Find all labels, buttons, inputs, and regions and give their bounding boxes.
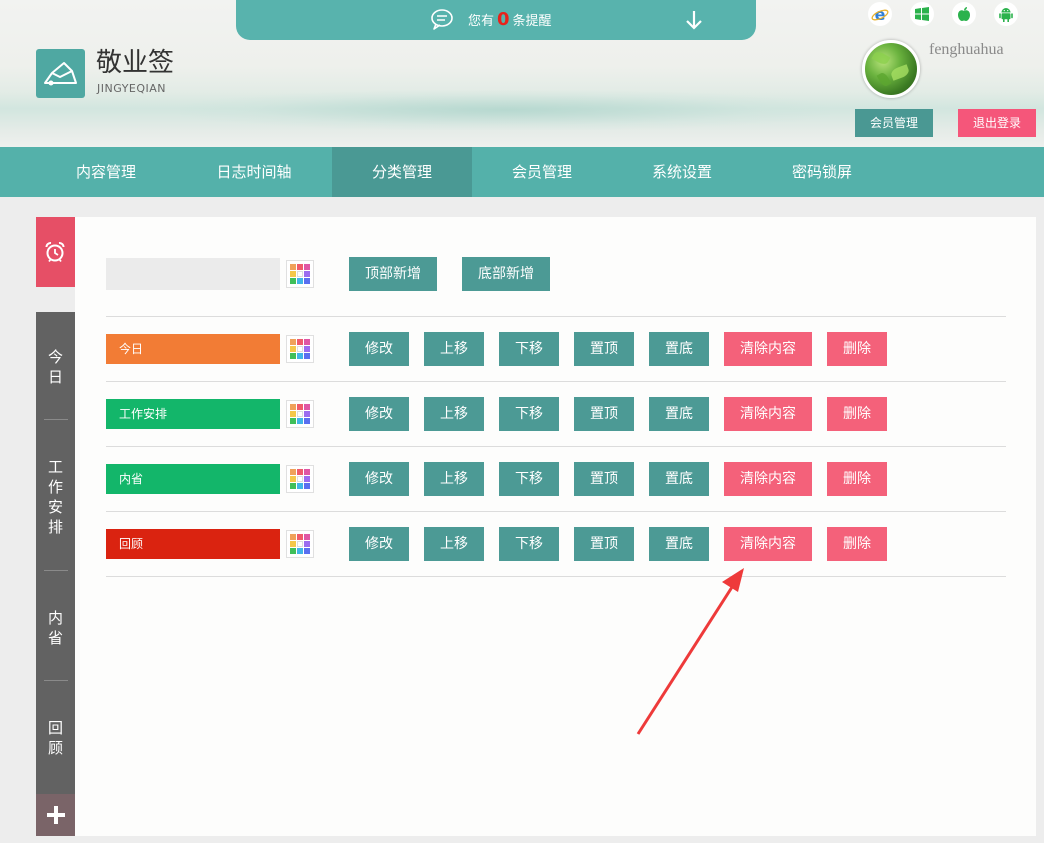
platform-icons: e (868, 2, 1018, 26)
clear-content-button[interactable]: 清除内容 (724, 332, 812, 366)
annotation-arrow-icon (636, 568, 744, 735)
sidebar-item-introspection[interactable]: 内省 (36, 608, 75, 648)
username: fenghuahua (929, 41, 1004, 58)
color-palette-icon[interactable] (286, 465, 314, 493)
sidebar-item-work[interactable]: 工作安排 (36, 457, 75, 537)
pin-top-button[interactable]: 置顶 (574, 332, 634, 366)
logout-button[interactable]: 退出登录 (958, 109, 1036, 137)
sidebar-divider (44, 680, 68, 681)
notification-prefix: 您有 (468, 14, 495, 29)
pin-bottom-button[interactable]: 置底 (649, 527, 709, 561)
delete-button[interactable]: 删除 (827, 332, 887, 366)
move-up-button[interactable]: 上移 (424, 332, 484, 366)
pin-top-button[interactable]: 置顶 (574, 462, 634, 496)
divider (106, 576, 1006, 577)
notification-bar[interactable]: 您有 0 条提醒 (236, 0, 756, 40)
tab-category-management[interactable]: 分类管理 (332, 147, 472, 197)
divider (106, 316, 1006, 317)
pin-bottom-button[interactable]: 置底 (649, 462, 709, 496)
color-palette-icon[interactable] (286, 400, 314, 428)
move-up-button[interactable]: 上移 (424, 397, 484, 431)
sidebar-item-label: 工作安排 (47, 458, 63, 536)
edit-button[interactable]: 修改 (349, 527, 409, 561)
logo-icon (44, 62, 77, 86)
divider (106, 511, 1006, 512)
pin-top-button[interactable]: 置顶 (574, 527, 634, 561)
move-down-button[interactable]: 下移 (499, 397, 559, 431)
pin-bottom-button[interactable]: 置底 (649, 332, 709, 366)
sidebar-categories: 今日 工作安排 内省 回顾 (36, 312, 75, 794)
logo[interactable] (36, 49, 85, 98)
clear-content-button[interactable]: 清除内容 (724, 397, 812, 431)
category-name-field[interactable]: 内省 (106, 464, 280, 494)
tab-log-timeline[interactable]: 日志时间轴 (184, 147, 324, 197)
divider (106, 381, 1006, 382)
sidebar-divider (44, 570, 68, 571)
pin-top-button[interactable]: 置顶 (574, 397, 634, 431)
color-palette-icon[interactable] (286, 335, 314, 363)
edit-button[interactable]: 修改 (349, 462, 409, 496)
category-name-field[interactable]: 回顾 (106, 529, 280, 559)
move-down-button[interactable]: 下移 (499, 462, 559, 496)
move-down-button[interactable]: 下移 (499, 527, 559, 561)
ie-icon[interactable]: e (868, 2, 892, 26)
avatar[interactable] (862, 40, 920, 98)
add-bottom-button[interactable]: 底部新增 (462, 257, 550, 291)
color-palette-icon[interactable] (286, 530, 314, 558)
edit-button[interactable]: 修改 (349, 332, 409, 366)
sidebar-item-label: 内省 (47, 609, 63, 647)
add-top-button[interactable]: 顶部新增 (349, 257, 437, 291)
sidebar-item-review[interactable]: 回顾 (36, 718, 75, 758)
color-palette-icon[interactable] (286, 260, 314, 288)
move-up-button[interactable]: 上移 (424, 462, 484, 496)
plus-icon (47, 806, 65, 824)
clear-content-button[interactable]: 清除内容 (724, 527, 812, 561)
tab-password-lock[interactable]: 密码锁屏 (752, 147, 892, 197)
chat-bubble-icon (431, 9, 453, 30)
reminder-button[interactable] (36, 217, 75, 287)
notification-suffix: 条提醒 (512, 14, 552, 29)
category-name-field[interactable]: 今日 (106, 334, 280, 364)
arrow-down-icon[interactable] (684, 9, 704, 31)
tab-content-management[interactable]: 内容管理 (36, 147, 176, 197)
sidebar-item-label: 回顾 (47, 719, 63, 757)
sidebar-item-label: 今日 (47, 348, 63, 386)
notification-text: 您有 0 条提醒 (468, 10, 552, 30)
brand-title: 敬业签 (96, 48, 175, 78)
category-name-field[interactable]: 工作安排 (106, 399, 280, 429)
android-icon[interactable] (994, 2, 1018, 26)
edit-button[interactable]: 修改 (349, 397, 409, 431)
new-category-input[interactable] (106, 258, 280, 290)
apple-icon[interactable] (952, 2, 976, 26)
move-down-button[interactable]: 下移 (499, 332, 559, 366)
header-background (180, 90, 830, 130)
alarm-clock-icon (45, 242, 65, 263)
brand-subtitle: JINGYEQIAN (97, 82, 167, 95)
add-category-button[interactable] (36, 794, 75, 836)
pin-bottom-button[interactable]: 置底 (649, 397, 709, 431)
sidebar-divider (44, 419, 68, 420)
tab-system-settings[interactable]: 系统设置 (612, 147, 752, 197)
tab-member-management[interactable]: 会员管理 (472, 147, 612, 197)
delete-button[interactable]: 删除 (827, 462, 887, 496)
member-management-button[interactable]: 会员管理 (855, 109, 933, 137)
main-nav: 内容管理 日志时间轴 分类管理 会员管理 系统设置 密码锁屏 (0, 147, 1044, 197)
sidebar-item-today[interactable]: 今日 (36, 347, 75, 387)
delete-button[interactable]: 删除 (827, 397, 887, 431)
notification-count: 0 (497, 9, 510, 30)
windows-icon[interactable] (910, 2, 934, 26)
clear-content-button[interactable]: 清除内容 (724, 462, 812, 496)
header: 您有 0 条提醒 敬业签 JINGYEQIAN e fenghuahua 会员管… (0, 0, 1044, 147)
move-up-button[interactable]: 上移 (424, 527, 484, 561)
delete-button[interactable]: 删除 (827, 527, 887, 561)
divider (106, 446, 1006, 447)
